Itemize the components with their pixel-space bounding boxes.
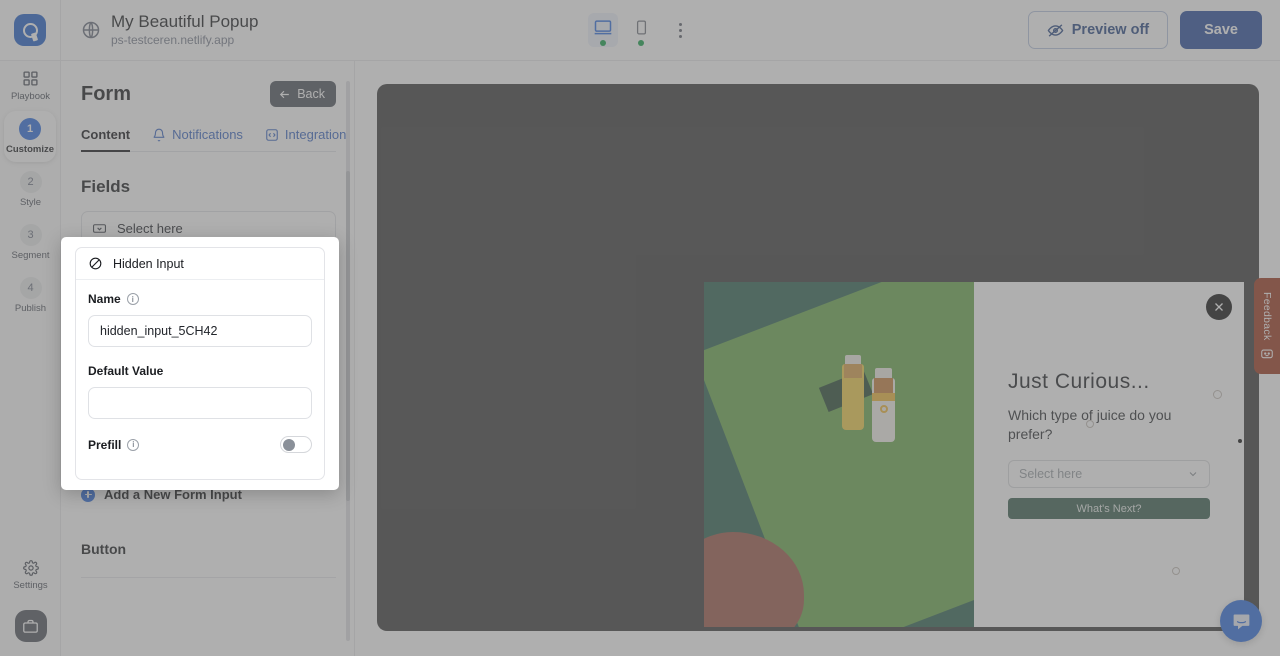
name-label: Name [88,292,121,306]
prefill-label-row: Prefill i [88,438,139,452]
prefill-toggle-knob [283,439,295,451]
prefill-label: Prefill [88,438,121,452]
name-label-row: Name i [88,292,312,306]
default-value-label: Default Value [88,364,163,378]
info-icon[interactable]: i [127,439,139,451]
default-value-input[interactable] [88,387,312,419]
hidden-input-modal-title: Hidden Input [113,257,184,271]
prefill-row: Prefill i [88,436,312,453]
info-icon[interactable]: i [127,293,139,305]
hidden-input-modal-inner: Hidden Input Name i Default Value Prefil… [75,247,325,480]
hidden-input-modal-body: Name i Default Value Prefill i [76,280,324,453]
hidden-input-modal-header: Hidden Input [76,248,324,280]
name-input[interactable] [88,315,312,347]
prefill-toggle[interactable] [280,436,312,453]
default-value-label-row: Default Value [88,364,312,378]
app-root: My Beautiful Popup ps-testceren.netlify.… [0,0,1280,656]
no-entry-icon [88,256,103,271]
hidden-input-modal: Hidden Input Name i Default Value Prefil… [61,237,339,490]
